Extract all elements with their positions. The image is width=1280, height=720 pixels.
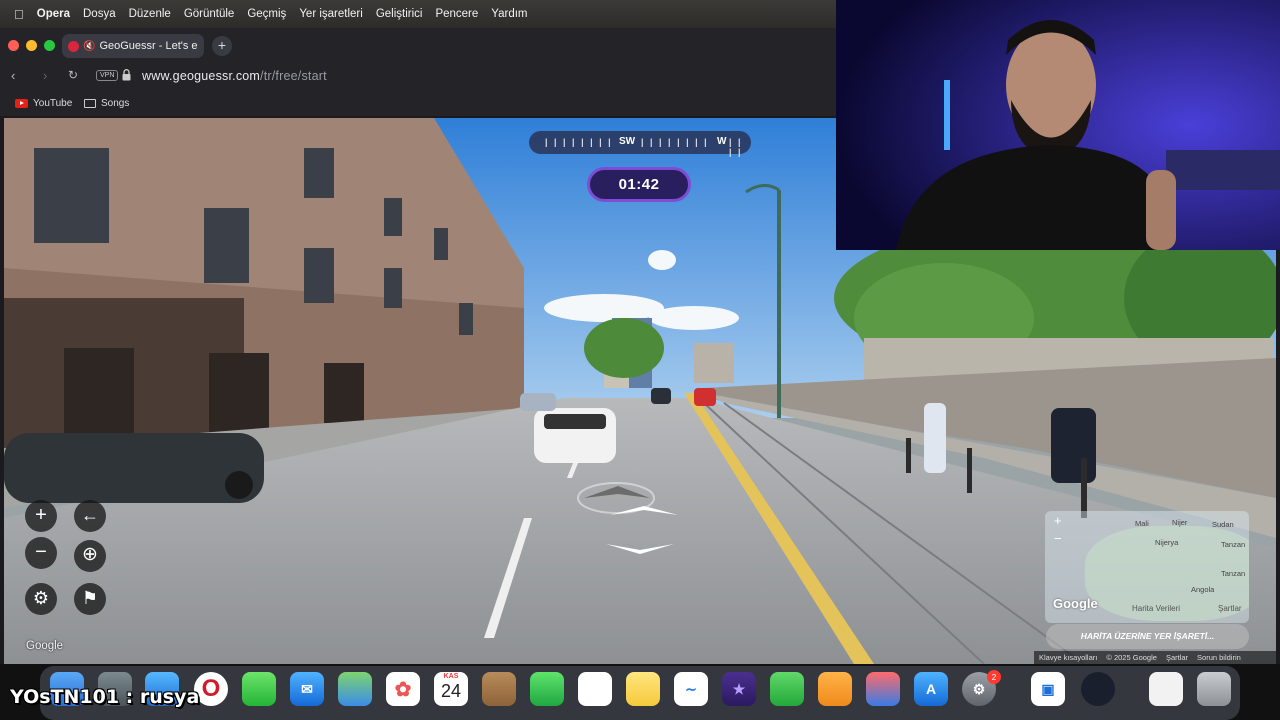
apple-menu-icon[interactable]: 	[14, 7, 24, 22]
tab-bar: 🔇 GeoGuessr - Let's e +	[0, 28, 840, 62]
trash-icon[interactable]	[1197, 672, 1231, 706]
street-view-footer: Klavye kısayolları © 2025 Google Şartlar…	[1034, 651, 1276, 664]
compass-label-sw: SW	[619, 136, 636, 147]
contacts-icon[interactable]	[482, 672, 516, 706]
app-store-icon[interactable]: A	[914, 672, 948, 706]
compass-bar: | | | | | | | | SW | | | | | | | | W | |…	[529, 131, 751, 157]
webcam-overlay	[836, 0, 1280, 250]
new-tab-button[interactable]: +	[212, 36, 232, 56]
google-logo: Google	[26, 640, 64, 652]
forward-icon[interactable]: ›	[43, 68, 47, 83]
tab-geoguessr[interactable]: 🔇 GeoGuessr - Let's e	[62, 34, 204, 58]
minimize-window-button[interactable]	[26, 40, 37, 51]
settings-notification-badge: 2	[987, 670, 1001, 684]
compass-label-w: W	[717, 136, 727, 147]
map-data-link[interactable]: Harita Verileri	[1132, 604, 1180, 613]
back-icon[interactable]: ‹	[11, 68, 15, 83]
vpn-badge[interactable]: VPN	[96, 70, 119, 81]
menu-item-view[interactable]: Görüntüle	[184, 8, 235, 20]
muted-speaker-icon[interactable]: 🔇	[83, 41, 95, 52]
round-timer: 01:42	[587, 167, 691, 202]
minimap-zoom-in-button[interactable]: +	[1054, 513, 1062, 528]
map-label: Nijerya	[1155, 538, 1179, 547]
reload-icon[interactable]: ↻	[68, 68, 78, 82]
menu-item-edit[interactable]: Düzenle	[129, 8, 171, 20]
maps-icon[interactable]	[338, 672, 372, 706]
tab-title: GeoGuessr - Let's e	[99, 40, 198, 52]
reminders-icon[interactable]	[578, 672, 612, 706]
place-pin-guess-button[interactable]: HARİTA ÜZERİNE YER İŞARETİ...	[1046, 624, 1249, 649]
minimap-google-logo: Google	[1053, 596, 1098, 611]
undo-move-button[interactable]: ←	[74, 500, 106, 532]
keyboard-shortcuts-link[interactable]: Klavye kısayolları	[1039, 653, 1097, 662]
close-window-button[interactable]	[8, 40, 19, 51]
bookmark-label: YouTube	[33, 98, 73, 109]
youtube-icon	[15, 99, 28, 108]
stream-chat-overlay: YOsTN101 : rusya	[10, 686, 200, 708]
menu-item-help[interactable]: Yardım	[491, 8, 527, 20]
bookmarks-bar: YouTube Songs	[0, 92, 840, 116]
calendar-icon[interactable]: KAS 24	[434, 672, 468, 706]
minimap-zoom-out-button[interactable]: −	[1054, 531, 1062, 546]
set-checkpoint-flag-button[interactable]: ⚑	[74, 583, 106, 615]
menu-item-window[interactable]: Pencere	[435, 8, 478, 20]
map-label: Tanzan	[1221, 540, 1246, 549]
settings-button[interactable]: ⚙	[25, 583, 57, 615]
compass-ticks: | | | | | | | |	[641, 137, 709, 147]
bookmark-youtube[interactable]: YouTube	[15, 98, 72, 109]
copyright-text: © 2025 Google	[1106, 653, 1157, 662]
map-label: Tanzan	[1221, 569, 1246, 578]
zoom-in-button[interactable]: +	[25, 500, 57, 532]
calendar-day: 24	[440, 681, 462, 701]
freeform-icon[interactable]: ∼	[674, 672, 708, 706]
photos-icon[interactable]: ✿	[386, 672, 420, 706]
address-bar: ‹ › ↻ VPN www.geoguessr.com/tr/free/star…	[0, 62, 840, 92]
document-icon[interactable]	[1149, 672, 1183, 706]
calendar-month: KAS	[443, 673, 459, 680]
keynote-icon[interactable]	[866, 672, 900, 706]
url-field[interactable]: www.geoguessr.com/tr/free/start	[142, 69, 327, 83]
facetime-icon[interactable]	[530, 672, 564, 706]
notes-icon[interactable]	[626, 672, 660, 706]
folder-icon	[84, 99, 96, 108]
zoom-window-button[interactable]	[44, 40, 55, 51]
map-terms-link[interactable]: Şartlar	[1218, 604, 1242, 613]
numbers-icon[interactable]	[770, 672, 804, 706]
terms-link[interactable]: Şartlar	[1166, 653, 1188, 662]
map-label: Nijer	[1172, 518, 1188, 527]
menu-item-bookmarks[interactable]: Yer işaretleri	[299, 8, 363, 20]
map-label: Angola	[1191, 585, 1215, 594]
map-label: Mali	[1135, 519, 1149, 528]
report-problem-link[interactable]: Sorun bildirin	[1197, 653, 1241, 662]
mail-icon[interactable]: ✉	[290, 672, 324, 706]
zoom-out-button[interactable]: −	[25, 537, 57, 569]
bookmark-songs[interactable]: Songs	[84, 98, 129, 109]
imovie-icon[interactable]: ★	[722, 672, 756, 706]
url-host: www.geoguessr.com	[142, 69, 261, 83]
lock-icon[interactable]	[122, 69, 131, 81]
bookmark-label: Songs	[101, 98, 130, 109]
screen-recorder-icon[interactable]	[1081, 672, 1115, 706]
remote-desktop-icon[interactable]: ▣	[1031, 672, 1065, 706]
messages-icon[interactable]	[242, 672, 276, 706]
map-label: Sudan	[1212, 520, 1234, 529]
compass-ticks: | | | |	[729, 137, 743, 157]
menu-item-developer[interactable]: Geliştirici	[376, 8, 423, 20]
compass-ticks: | | | | | | | |	[545, 137, 613, 147]
menu-item-history[interactable]: Geçmiş	[247, 8, 286, 20]
menu-app-name[interactable]: Opera	[37, 8, 70, 20]
menu-item-file[interactable]: Dosya	[83, 8, 116, 20]
geoguessr-favicon-icon	[68, 40, 79, 52]
return-to-start-button[interactable]: ⊕	[74, 540, 106, 572]
url-path: /tr/free/start	[260, 69, 327, 83]
streamer-webcam-image	[836, 0, 1280, 250]
pages-icon[interactable]	[818, 672, 852, 706]
